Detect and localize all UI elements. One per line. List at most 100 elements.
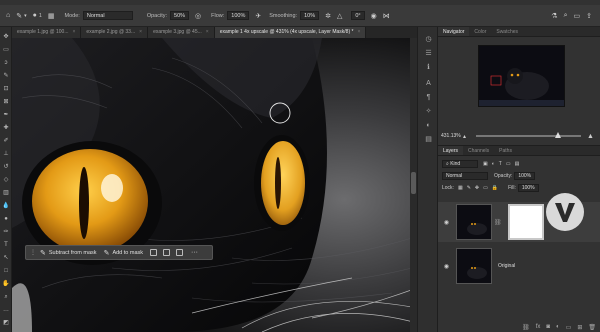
new-adjustment-icon[interactable]: ◐ xyxy=(556,324,560,330)
zoom-tool-icon[interactable]: ⌕ xyxy=(2,293,10,301)
brush-tool-icon[interactable]: ✎ ▾ xyxy=(16,12,26,20)
close-icon[interactable]: × xyxy=(73,27,76,38)
close-icon[interactable]: × xyxy=(206,27,209,38)
info-icon[interactable]: ℹ xyxy=(424,63,433,72)
libraries-icon[interactable]: ▤ xyxy=(424,135,433,144)
navigator-thumbnail[interactable] xyxy=(478,45,565,107)
path-select-icon[interactable]: ↖ xyxy=(2,254,10,262)
workspace-icon[interactable]: ▭ xyxy=(574,12,581,20)
filter-kind-dropdown[interactable]: ⌕ Kind xyxy=(442,160,478,168)
layer-mask-thumbnail[interactable] xyxy=(507,204,544,240)
type-tool-icon[interactable]: T xyxy=(2,241,10,249)
hand-tool-icon[interactable]: ✋ xyxy=(2,280,10,288)
gradient-tool-icon[interactable]: ▥ xyxy=(2,189,10,197)
new-layer-icon[interactable]: ⊞ xyxy=(577,324,582,331)
zoom-in-icon[interactable]: ▲ xyxy=(587,133,594,140)
symmetry-icon[interactable]: ⋈ xyxy=(383,12,390,20)
lock-position-icon[interactable]: ✥ xyxy=(475,185,479,191)
eraser-tool-icon[interactable]: ◇ xyxy=(2,176,10,184)
link-layers-icon[interactable]: ⛓ xyxy=(522,324,530,331)
dodge-tool-icon[interactable]: ● xyxy=(2,215,10,223)
clone-stamp-icon[interactable]: ⊥ xyxy=(2,150,10,158)
lock-all-icon[interactable]: 🔒 xyxy=(492,185,498,191)
zoom-slider-knob[interactable] xyxy=(554,132,561,138)
smoothing-field[interactable]: 10% xyxy=(300,11,320,20)
share-icon[interactable]: ⚗ xyxy=(551,12,557,20)
airbrush-icon[interactable]: ✈ xyxy=(255,12,261,20)
tab-channels[interactable]: Channels xyxy=(463,146,494,155)
eyedropper-tool-icon[interactable]: ✒ xyxy=(2,111,10,119)
invert-mask-icon[interactable] xyxy=(150,249,158,256)
lock-artboard-icon[interactable]: ▭ xyxy=(483,185,488,191)
adjustments-icon[interactable]: ◐ xyxy=(424,121,433,130)
mode-dropdown[interactable]: Normal xyxy=(82,11,133,20)
brush-size-preset[interactable]: ● 1 xyxy=(33,12,42,19)
tab-color[interactable]: Color xyxy=(469,27,491,36)
tab-layers[interactable]: Layers xyxy=(438,146,464,155)
layer-name[interactable]: Original xyxy=(498,263,515,269)
lock-image-icon[interactable]: ✎ xyxy=(467,185,471,191)
lasso-tool-icon[interactable]: ↄ xyxy=(2,59,10,67)
subtract-from-mask-button[interactable]: ✎ Subtract from mask xyxy=(40,249,97,257)
more-options-icon[interactable]: ··· xyxy=(191,249,198,256)
character-icon[interactable]: A xyxy=(424,79,433,88)
layer-thumbnail[interactable] xyxy=(456,248,492,284)
tab-example-3[interactable]: example 3.jpg @ 45... × xyxy=(148,27,215,38)
smoothing-settings-icon[interactable]: ✲ xyxy=(325,12,331,20)
history-icon[interactable]: ◷ xyxy=(424,35,433,44)
new-group-icon[interactable]: ▭ xyxy=(566,324,572,331)
pen-tool-icon[interactable]: ✑ xyxy=(2,228,10,236)
zoom-out-icon[interactable]: ▴ xyxy=(463,133,466,140)
artboard-tool-icon[interactable]: ▭ xyxy=(2,46,10,54)
quick-select-tool-icon[interactable]: ✎ xyxy=(2,72,10,80)
filter-shape-icon[interactable]: ▭ xyxy=(506,161,511,167)
opacity-field[interactable]: 50% xyxy=(170,11,190,20)
zoom-value[interactable]: 431.13% xyxy=(441,133,463,139)
more-tools-icon[interactable]: … xyxy=(2,306,10,314)
crop-tool-icon[interactable]: ⊡ xyxy=(2,85,10,93)
properties-icon[interactable]: ☰ xyxy=(424,49,433,58)
pressure-size-icon[interactable]: ◉ xyxy=(371,12,377,20)
zoom-slider[interactable] xyxy=(476,132,582,138)
angle-field[interactable]: 0° xyxy=(351,11,365,20)
layer-thumbnail[interactable] xyxy=(456,204,492,240)
lock-transparent-icon[interactable]: ▦ xyxy=(458,185,463,191)
tab-swatches[interactable]: Swatches xyxy=(491,27,523,36)
blend-mode-dropdown[interactable]: Normal xyxy=(442,172,488,180)
trash-icon[interactable]: 🗑 xyxy=(588,324,596,331)
visibility-eye-icon[interactable]: ◉ xyxy=(442,219,451,226)
brush-tool-icon[interactable]: ✐ xyxy=(2,137,10,145)
tab-example-2[interactable]: example 2.jpg @ 33... × xyxy=(81,27,149,38)
mask-options-icon[interactable] xyxy=(163,249,171,256)
close-icon[interactable]: × xyxy=(139,27,142,38)
healing-brush-icon[interactable]: ✚ xyxy=(2,124,10,132)
fx-icon[interactable]: fx xyxy=(536,324,541,330)
rectangle-tool-icon[interactable]: □ xyxy=(2,267,10,275)
filter-type-icon[interactable]: T xyxy=(499,161,502,167)
layer-opacity-field[interactable]: 100% xyxy=(514,172,536,180)
add-mask-icon[interactable]: ◙ xyxy=(546,324,550,330)
fill-field[interactable]: 100% xyxy=(517,184,539,192)
tab-example-1-upscale[interactable]: example 1 4x upscale @ 431% (4x upscale,… xyxy=(214,27,367,38)
brush-settings-icon[interactable]: ▦ xyxy=(48,12,55,20)
filter-adjustment-icon[interactable]: ◐ xyxy=(492,161,495,167)
document-canvas[interactable] xyxy=(12,38,417,332)
brushes-icon[interactable]: ✧ xyxy=(424,107,433,116)
tab-paths[interactable]: Paths xyxy=(494,146,517,155)
paragraph-icon[interactable]: ¶ xyxy=(424,93,433,102)
close-icon[interactable]: × xyxy=(357,27,360,38)
scrollbar-thumb[interactable] xyxy=(411,172,416,194)
pressure-opacity-icon[interactable]: ◎ xyxy=(195,12,201,20)
delete-mask-icon[interactable] xyxy=(176,249,184,256)
search-icon[interactable]: ⌕ xyxy=(564,12,568,20)
link-icon[interactable]: ⛓ xyxy=(494,219,502,226)
color-swatch-icon[interactable]: ◩ xyxy=(2,319,10,327)
drag-handle-icon[interactable]: ⋮ xyxy=(30,249,36,256)
tab-example-1[interactable]: example 1.jpg @ 100... × xyxy=(12,27,82,38)
filter-smart-icon[interactable]: ▤ xyxy=(515,161,520,167)
tab-navigator[interactable]: Navigator xyxy=(438,27,470,36)
home-icon[interactable]: ⌂ xyxy=(6,12,10,19)
filter-pixel-icon[interactable]: ▣ xyxy=(483,161,488,167)
share-export-icon[interactable]: ⇪ xyxy=(586,12,592,20)
frame-tool-icon[interactable]: ⊠ xyxy=(2,98,10,106)
